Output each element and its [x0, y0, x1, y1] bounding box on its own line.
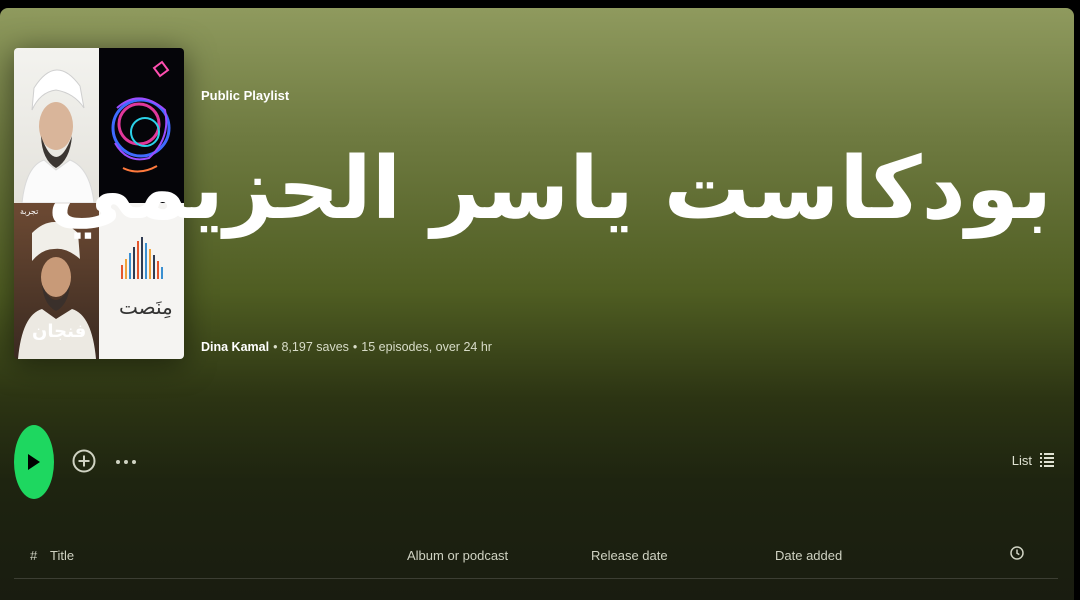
meta-separator: • — [352, 340, 358, 354]
cover-tile-tag: تجربة — [20, 207, 39, 216]
view-mode-toggle[interactable]: List — [1012, 452, 1054, 468]
cover-tile-logo-text: مِنَصت — [119, 295, 173, 319]
action-bar: List — [0, 418, 1074, 508]
column-number: # — [30, 548, 38, 563]
column-title[interactable]: Title — [50, 548, 74, 563]
column-date-added[interactable]: Date added — [775, 548, 842, 563]
clock-icon — [1010, 546, 1024, 560]
playlist-meta: Dina Kamal • 8,197 saves • 15 episodes, … — [201, 340, 492, 354]
meta-separator: • — [273, 340, 278, 354]
cover-tile-brand: فنجان — [32, 321, 87, 342]
view-mode-label: List — [1011, 452, 1032, 468]
add-to-library-button[interactable] — [71, 446, 97, 476]
saves-count: 8,197 saves — [281, 340, 349, 354]
column-album[interactable]: Album or podcast — [407, 548, 508, 563]
column-duration[interactable] — [1010, 546, 1024, 563]
list-view-icon — [1040, 453, 1054, 467]
playlist-title: بودكاست ياسر الحزيمي — [47, 139, 1053, 239]
episodes-summary: 15 episodes, over 24 hr — [361, 340, 492, 354]
column-release-date[interactable]: Release date — [591, 548, 668, 563]
tracklist-header: # Title Album or podcast Release date Da… — [14, 538, 1058, 579]
more-options-icon — [116, 460, 136, 464]
playlist-type-label: Public Playlist — [201, 88, 290, 103]
more-options-button[interactable] — [112, 452, 140, 472]
owner-link[interactable]: Dina Kamal — [201, 340, 269, 354]
add-circle-icon — [72, 449, 96, 473]
playlist-page: تجربة فنجان مِنَصت Public Playlist بودكا… — [0, 8, 1074, 600]
play-button[interactable] — [14, 425, 54, 499]
play-icon — [28, 454, 40, 470]
playlist-header: تجربة فنجان مِنَصت Public Playlist بودكا… — [0, 8, 1074, 390]
